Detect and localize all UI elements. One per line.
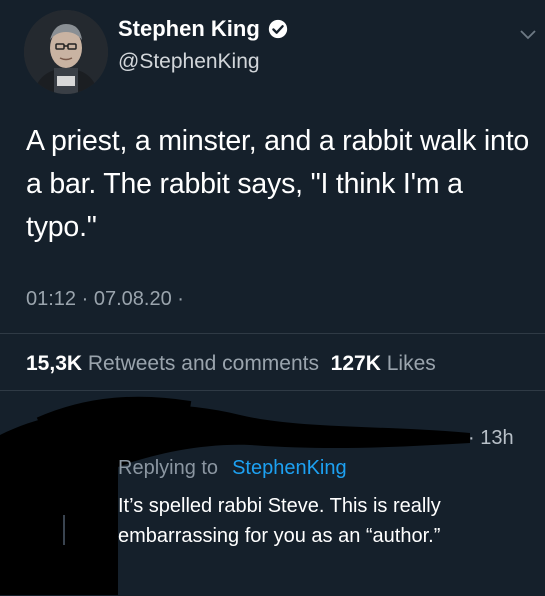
reply-time[interactable]: · 13h	[468, 427, 514, 450]
meta-separator: ·	[81, 288, 89, 310]
tweet-text: A priest, a minster, and a rabbit walk i…	[26, 125, 530, 243]
chevron-down-icon[interactable]	[518, 28, 538, 42]
likes-stat[interactable]: 127K Likes	[331, 352, 436, 375]
tweet-time: 01:12	[26, 288, 77, 310]
reply-text: It’s spelled rabbi Steve. This is really…	[118, 495, 441, 547]
author-display-name[interactable]: Stephen King	[118, 16, 289, 42]
author-avatar-image	[24, 10, 108, 94]
retweets-label: Retweets and comments	[87, 352, 319, 375]
replying-to-label: Replying to	[118, 457, 219, 479]
retweets-stat[interactable]: 15,3K Retweets and comments	[26, 352, 319, 375]
verified-badge-icon	[268, 19, 287, 39]
reply-tweet[interactable]: · 13h Replying to StephenKing It’s spelle…	[0, 395, 545, 596]
tweet-stats: 15,3K Retweets and comments 127K Likes	[26, 352, 436, 376]
replying-to: Replying to StephenKing	[118, 457, 347, 480]
retweets-count: 15,3K	[26, 352, 83, 375]
author-name-text: Stephen King	[118, 16, 260, 41]
divider	[0, 390, 545, 391]
tweet-timestamp[interactable]: 01:12 · 07.08.20 ·	[26, 288, 184, 311]
author-handle[interactable]: @StephenKing	[118, 50, 260, 74]
divider	[0, 333, 545, 334]
likes-count: 127K	[330, 352, 381, 375]
tweet-header: Stephen King @StephenKing	[0, 0, 545, 100]
likes-label: Likes	[386, 352, 436, 375]
mention-link[interactable]: StephenKing	[232, 457, 347, 479]
author-avatar[interactable]	[24, 10, 108, 94]
meta-separator-trailing: ·	[177, 288, 184, 310]
tweet-date: 07.08.20	[93, 288, 172, 310]
